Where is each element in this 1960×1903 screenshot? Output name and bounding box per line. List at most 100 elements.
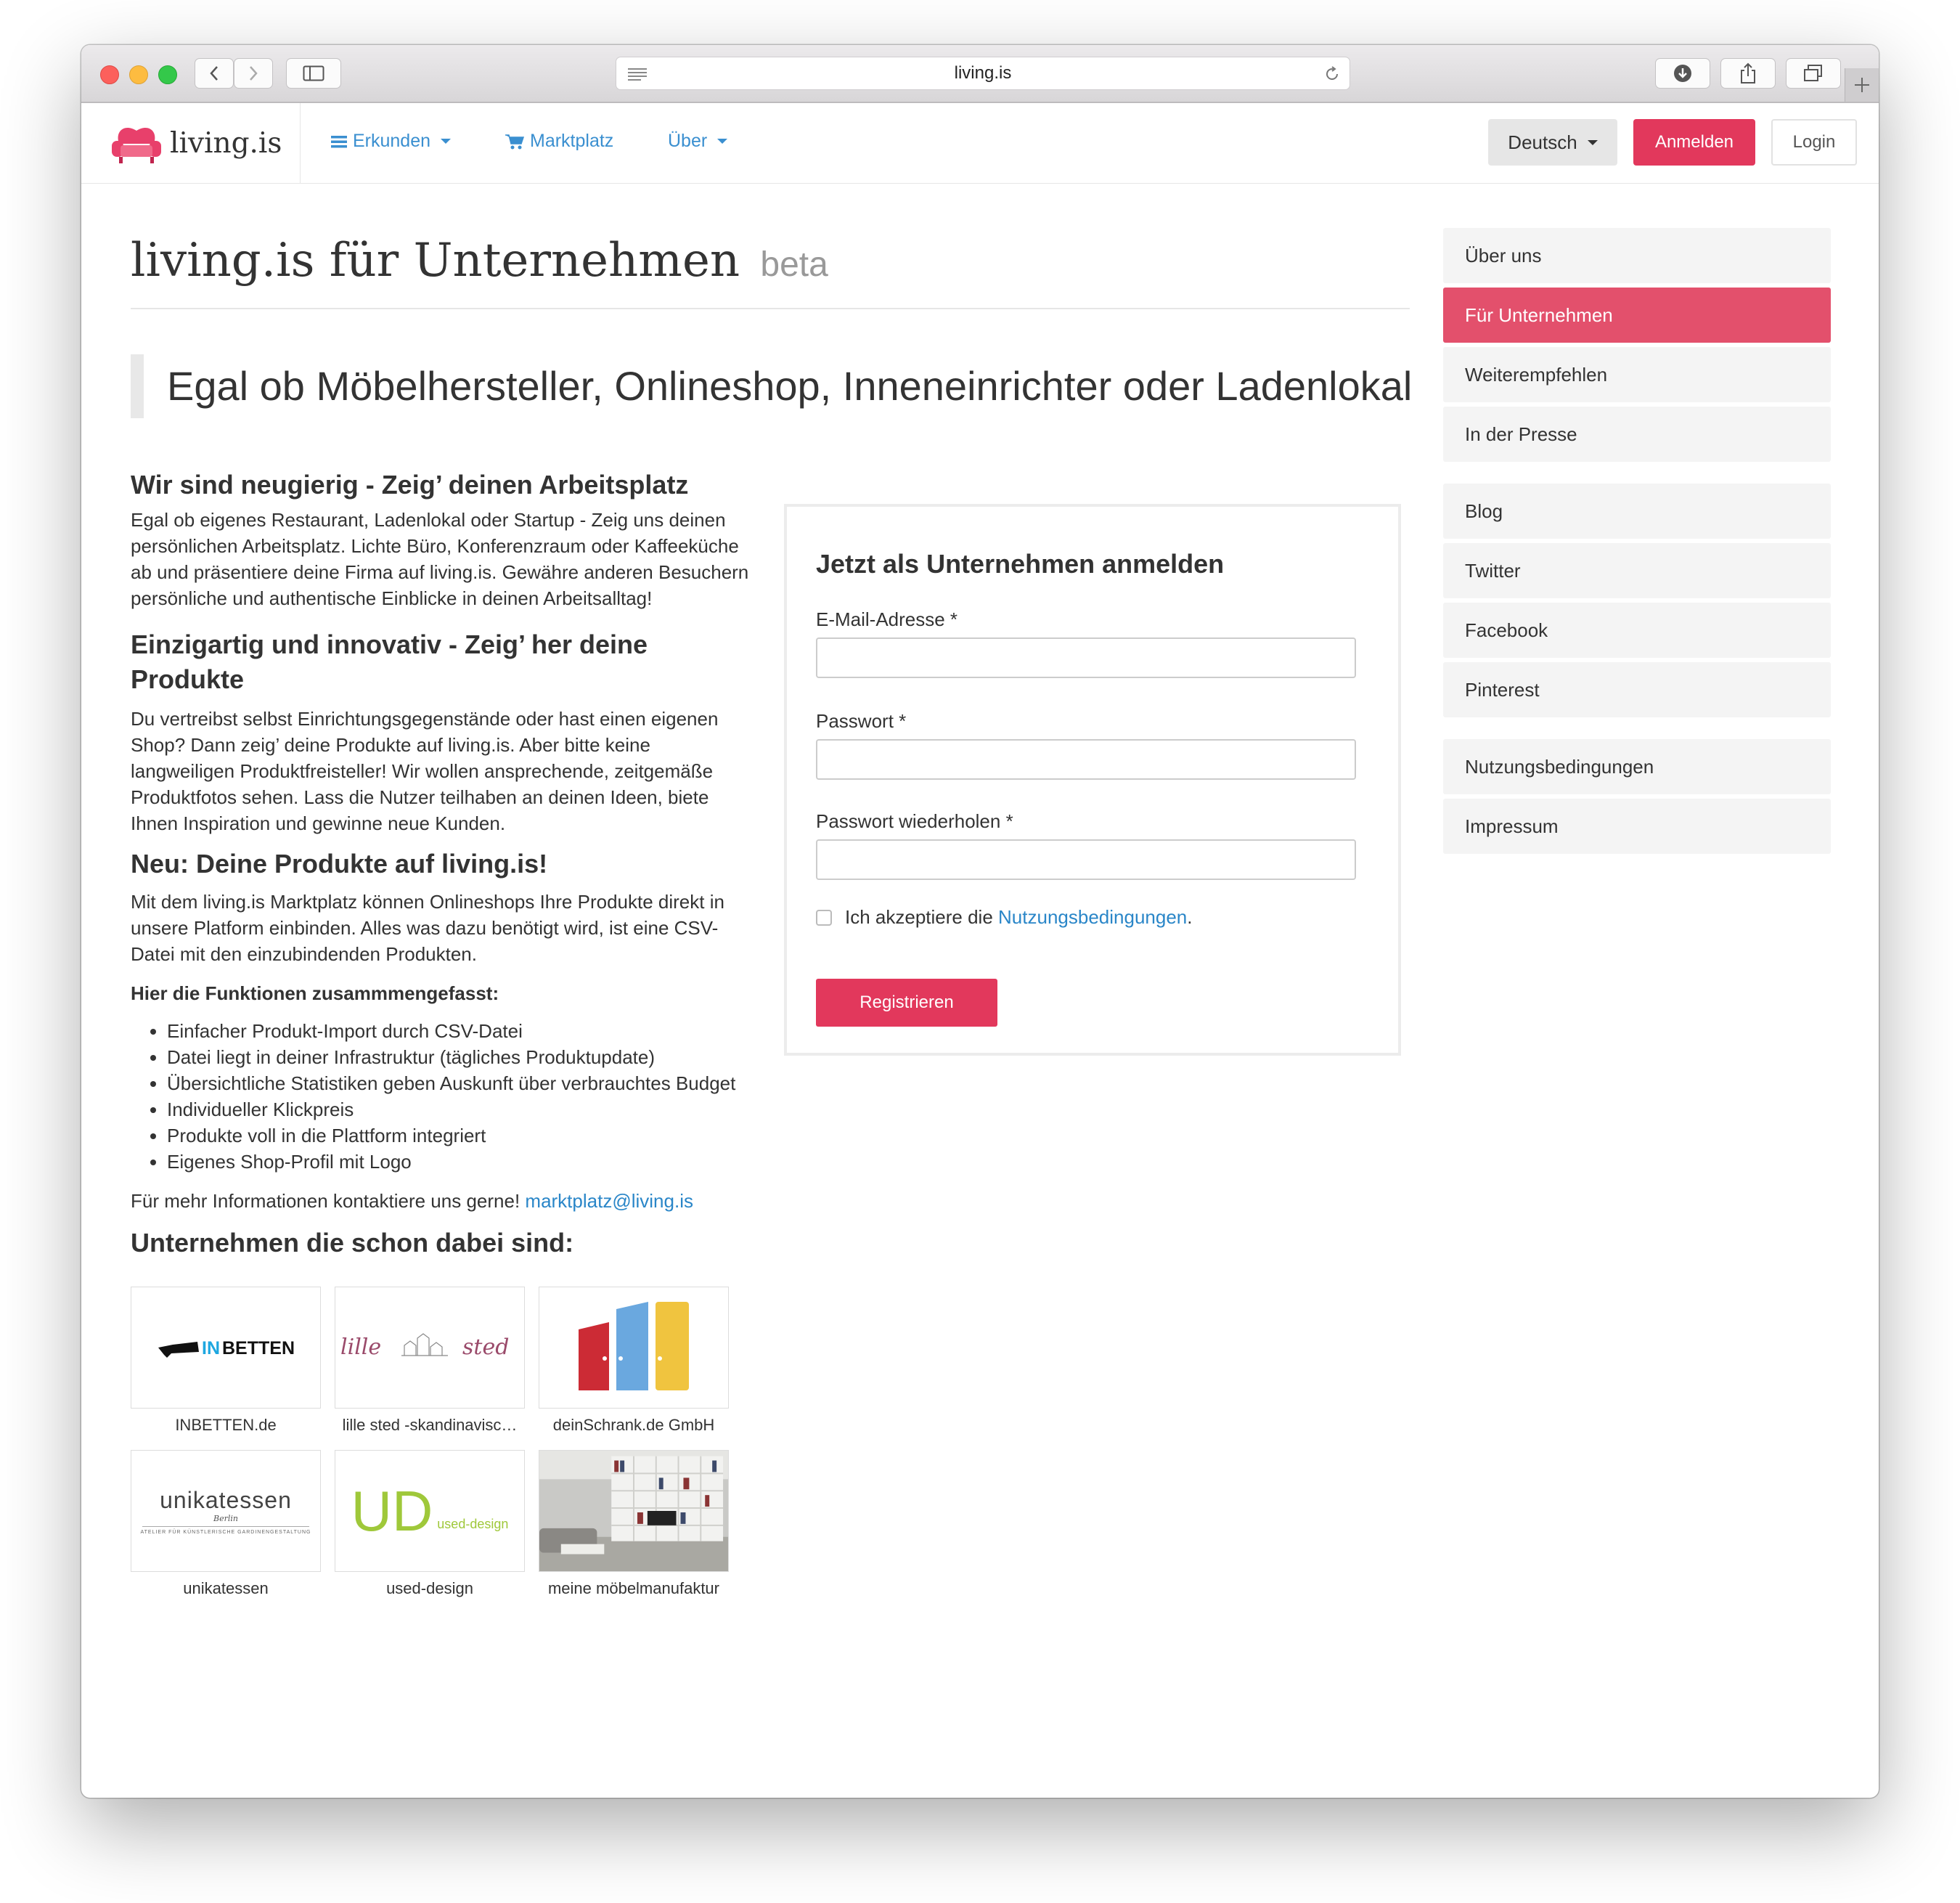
beta-badge: beta <box>760 245 828 284</box>
feature-item: Übersichtliche Statistiken geben Auskunf… <box>167 1070 755 1096</box>
share-button[interactable] <box>1720 58 1776 89</box>
wardrobe-doors-icon <box>579 1302 689 1390</box>
zoom-window-button[interactable] <box>158 65 177 84</box>
nav-erkunden-label: Erkunden <box>353 131 431 151</box>
page-title: living.is für Unternehmen beta <box>131 234 828 288</box>
register-button[interactable]: Registrieren <box>816 979 997 1027</box>
logo-accent: IN <box>202 1338 220 1358</box>
reload-icon[interactable] <box>1323 65 1341 83</box>
email-field[interactable] <box>816 637 1356 678</box>
sidebar-item-blog[interactable]: Blog <box>1443 484 1831 539</box>
email-label: E-Mail-Adresse * <box>816 608 958 630</box>
sidebar-item-pinterest[interactable]: Pinterest <box>1443 662 1831 717</box>
section-heading: Einzigartig und innovativ - Zeig’ her de… <box>131 629 648 694</box>
language-label: Deutsch <box>1508 131 1577 153</box>
feature-item: Datei liegt in deiner Infrastruktur (täg… <box>167 1044 755 1070</box>
companies-heading: Unternehmen die schon dabei sind: <box>131 1228 574 1258</box>
title-divider <box>131 308 1410 309</box>
section-heading: Neu: Deine Produkte auf living.is! <box>131 849 548 879</box>
sidebar-item-fuer-unternehmen[interactable]: Für Unternehmen <box>1443 288 1831 343</box>
section-text: Du vertreibst selbst Einrichtungsgegenst… <box>131 708 719 834</box>
feature-item: Einfacher Produkt-Import durch CSV-Datei <box>167 1018 755 1044</box>
caret-down-icon <box>441 139 452 144</box>
living-room-shelf-photo <box>539 1451 728 1571</box>
nav-marktplatz[interactable]: Marktplatz <box>505 131 613 152</box>
company-photo <box>539 1450 729 1572</box>
company-tile[interactable]: IN BETTEN INBETTEN.de <box>131 1287 321 1450</box>
feature-item: Eigenes Shop-Profil mit Logo <box>167 1149 755 1175</box>
brand-name: living.is <box>170 126 282 160</box>
download-icon <box>1674 65 1691 82</box>
terms-row: Ich akzeptiere die Nutzungsbedingungen. <box>816 906 1192 929</box>
password-field[interactable] <box>816 739 1356 780</box>
company-signup-form: Jetzt als Unternehmen anmelden E-Mail-Ad… <box>784 504 1401 1056</box>
features-heading: Hier die Funktionen zusammmengefasst: <box>131 982 499 1004</box>
sidebar-item-ueber-uns[interactable]: Über uns <box>1443 228 1831 283</box>
inbetten-bed-icon: IN BETTEN <box>158 1338 295 1358</box>
tabs-overview-button[interactable] <box>1786 58 1841 89</box>
login-button[interactable]: Login <box>1771 119 1857 166</box>
company-tile[interactable]: deinSchrank.de GmbH <box>539 1287 729 1450</box>
contact-email-link[interactable]: marktplatz@living.is <box>525 1190 693 1212</box>
feature-item: Individueller Klickpreis <box>167 1096 755 1122</box>
page-title-text: living.is für Unternehmen <box>131 234 740 288</box>
terms-checkbox[interactable] <box>816 909 832 926</box>
minimize-window-button[interactable] <box>129 65 148 84</box>
section-heading: Wir sind neugierig - Zeig’ deinen Arbeit… <box>131 470 689 500</box>
lille-sted-logo: lille sted <box>340 1333 509 1360</box>
contact-line: Für mehr Informationen kontaktiere uns g… <box>131 1188 755 1214</box>
sidebar-toggle-button[interactable] <box>286 58 341 89</box>
nav-erkunden[interactable]: Erkunden <box>331 131 452 152</box>
address-bar[interactable]: living.is <box>616 57 1350 90</box>
cart-icon <box>505 134 524 149</box>
logo-subtext: Berlin <box>213 1514 238 1523</box>
close-window-button[interactable] <box>100 65 119 84</box>
site-logo[interactable]: living.is <box>110 122 282 164</box>
feature-item: Produkte voll in die Plattform integrier… <box>167 1122 755 1149</box>
company-name: unikatessen <box>183 1579 269 1597</box>
password-label: Passwort * <box>816 710 907 732</box>
sidebar-item-weiterempfehlen[interactable]: Weiterempfehlen <box>1443 347 1831 402</box>
back-button[interactable] <box>195 58 234 89</box>
sidebar-item-impressum[interactable]: Impressum <box>1443 799 1831 854</box>
sidebar-item-nutzungsbedingungen[interactable]: Nutzungsbedingungen <box>1443 739 1831 794</box>
company-tile[interactable]: UD used-design used-design <box>335 1450 525 1613</box>
terms-suffix: . <box>1187 906 1193 928</box>
features-list: Einfacher Produkt-Import durch CSV-Datei… <box>131 1018 755 1175</box>
company-tile[interactable]: meine möbelmanufaktur <box>539 1450 729 1613</box>
nav-marktplatz-label: Marktplatz <box>530 131 614 151</box>
plus-icon <box>1855 78 1869 92</box>
lead-quote: Egal ob Möbelhersteller, Onlineshop, Inn… <box>131 354 1412 418</box>
signup-button[interactable]: Anmelden <box>1633 119 1755 166</box>
form-title: Jetzt als Unternehmen anmelden <box>816 549 1225 579</box>
company-tile[interactable]: unikatessen Berlin ATELIER FÜR KÜNSTLERI… <box>131 1450 321 1613</box>
password-repeat-field[interactable] <box>816 839 1356 880</box>
list-icon <box>331 135 347 147</box>
company-name: deinSchrank.de GmbH <box>552 1416 715 1434</box>
chevron-left-icon <box>210 66 218 81</box>
sidebar-icon <box>303 65 324 81</box>
downloads-button[interactable] <box>1655 58 1710 89</box>
caret-down-icon <box>1587 139 1598 145</box>
logo-subtext: used-design <box>437 1517 509 1531</box>
section-text: Mit dem living.is Marktplatz können Onli… <box>131 891 724 965</box>
terms-link[interactable]: Nutzungsbedingungen <box>998 906 1187 929</box>
language-dropdown[interactable]: Deutsch <box>1488 119 1617 166</box>
company-name: meine möbelmanufaktur <box>547 1579 719 1597</box>
company-name: used-design <box>386 1579 473 1597</box>
svg-text:lille: lille <box>340 1334 381 1360</box>
sidebar-item-twitter[interactable]: Twitter <box>1443 543 1831 598</box>
forward-button[interactable] <box>234 58 273 89</box>
nav-ueber[interactable]: Über <box>668 131 728 152</box>
navbar-divider <box>300 103 301 183</box>
company-name: INBETTEN.de <box>175 1416 277 1434</box>
company-tile[interactable]: lille sted lille sted -skandinavisc… <box>335 1287 525 1450</box>
new-tab-button[interactable] <box>1845 68 1879 102</box>
svg-text:BETTEN: BETTEN <box>222 1338 295 1358</box>
sidebar-item-presse[interactable]: In der Presse <box>1443 407 1831 462</box>
url-text: living.is <box>954 63 1012 83</box>
browser-window: living.is living.is Erkunden Marktplatz … <box>81 45 1879 1798</box>
sidebar-item-facebook[interactable]: Facebook <box>1443 603 1831 658</box>
terms-text: Ich akzeptiere die <box>845 906 993 928</box>
